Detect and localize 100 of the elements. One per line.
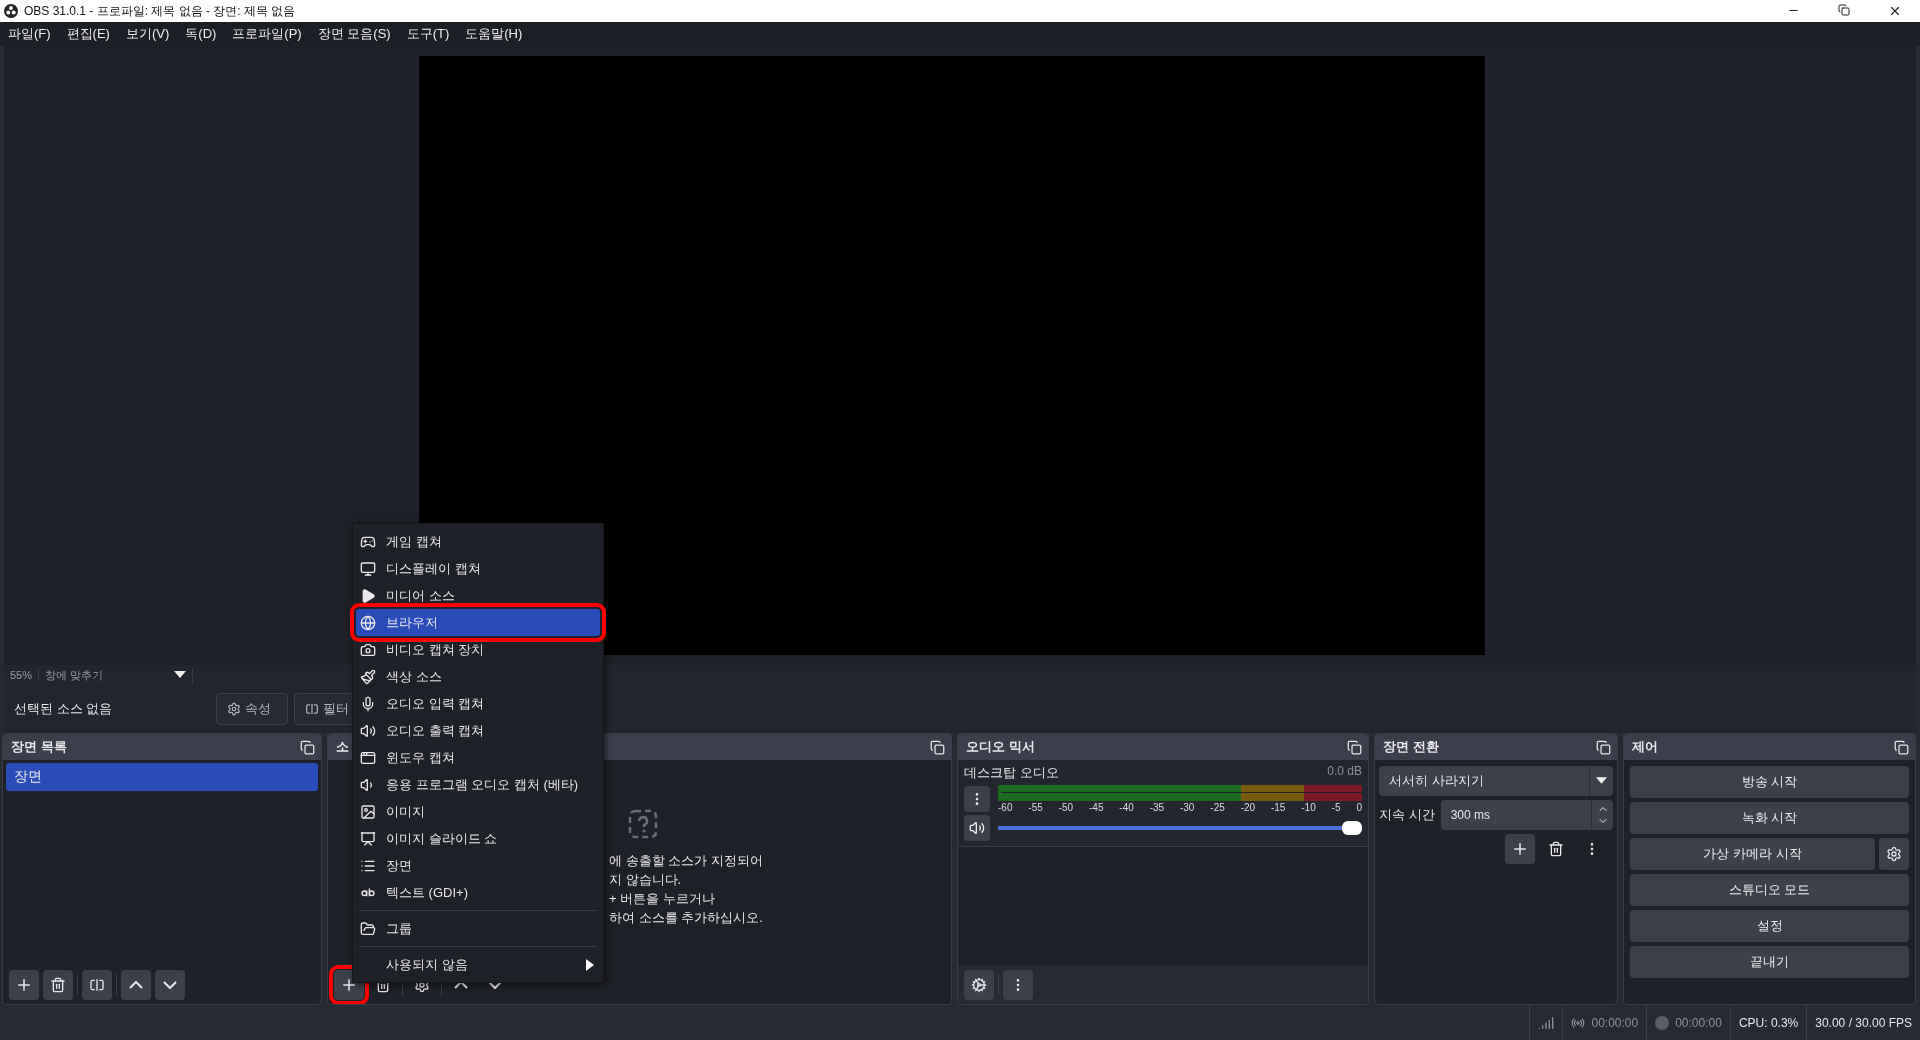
menu-entry[interactable]: 보기(V) [125, 25, 170, 43]
menu-entry[interactable]: 프로파일(P) [232, 25, 302, 43]
image-icon [360, 803, 376, 820]
panel-title: 오디오 믹서 [966, 738, 1035, 756]
duration-field[interactable]: 300 ms [1440, 800, 1613, 830]
menu-item[interactable]: 사용되지 않음 [356, 951, 600, 978]
menu-item[interactable]: 비디오 캡쳐 장치 [356, 636, 600, 663]
gear-icon [227, 702, 241, 716]
panel-title: 장면 목록 [11, 738, 67, 756]
undock-icon [300, 739, 315, 755]
submenu-arrow-icon [586, 958, 594, 971]
undock-icon [1596, 739, 1611, 755]
fps-counter: 30.00 / 30.00 FPS [1815, 1015, 1912, 1030]
meter-scale-label: -5 [1331, 802, 1341, 813]
window-icon [360, 749, 376, 766]
control-button[interactable]: 가상 카메라 시작 [1630, 838, 1875, 870]
empty-hint-text: 에 송출할 소스가 지정되어 [609, 852, 764, 869]
menu-item[interactable]: 이미지 슬라이드 쇼 [356, 825, 600, 852]
menu-entry[interactable]: 도구(T) [406, 25, 450, 43]
monitor-icon [360, 560, 376, 577]
more-button[interactable] [964, 786, 990, 812]
folder-icon [360, 920, 376, 937]
empty-hint-text: 지 않습니다. [609, 871, 683, 888]
panel-title: 제어 [1632, 738, 1658, 756]
control-button[interactable]: 녹화 시작 [1630, 802, 1909, 834]
meter-scale-label: 0 [1356, 802, 1362, 813]
meter-scale-label: -45 [1089, 802, 1104, 813]
menu-entry[interactable]: 독(D) [185, 25, 217, 43]
scale-dropdown[interactable]: 창에 맞추기 [39, 667, 194, 683]
meter-scale-label: -55 [1028, 802, 1043, 813]
question-icon [628, 809, 658, 839]
empty-hint-text: + 버튼을 누르거나 [609, 890, 716, 907]
app-logo-icon [4, 4, 18, 18]
menu-item[interactable]: 텍스트 (GDI+) [356, 879, 600, 906]
menu-item[interactable]: 색상 소스 [356, 663, 600, 690]
scene-item[interactable]: 장면 [6, 763, 318, 791]
channel-name: 데스크탑 오디오 [964, 764, 1059, 782]
transition-dropdown[interactable]: 서서히 사라지기 [1379, 766, 1613, 796]
move-down-button[interactable] [155, 970, 185, 1000]
menu-entry[interactable]: 장면 모음(S) [317, 25, 391, 43]
settings-button[interactable] [1879, 838, 1909, 870]
chevron-down-icon [163, 981, 177, 989]
camera-icon [360, 641, 376, 658]
filter-icon [89, 977, 105, 993]
add-button[interactable] [9, 970, 39, 1000]
zoom-level: 55% [4, 669, 40, 681]
dropdown-arrow-icon [1596, 775, 1607, 787]
record-icon [1655, 1015, 1670, 1030]
speaker-icon [969, 820, 985, 836]
menu-item[interactable]: 게임 캡쳐 [356, 528, 600, 555]
control-button[interactable]: 스튜디오 모드 [1630, 874, 1909, 906]
close-icon[interactable] [1888, 4, 1902, 18]
menu-entry[interactable]: 도움말(H) [465, 25, 523, 43]
filters-button[interactable] [82, 970, 112, 1000]
menu-entry[interactable]: 파일(F) [8, 25, 51, 43]
meter-scale-label: -10 [1301, 802, 1316, 813]
undock-icon [1347, 739, 1362, 755]
restore-icon[interactable] [1838, 4, 1850, 16]
meter-scale-label: -25 [1210, 802, 1225, 813]
delete-button[interactable] [43, 970, 73, 1000]
menu-entry[interactable]: 편집(E) [66, 25, 110, 43]
menu-item[interactable]: 이미지 [356, 798, 600, 825]
slider-thumb[interactable] [1342, 821, 1362, 835]
gear-icon [1886, 846, 1902, 862]
filter-icon [305, 702, 319, 716]
menu-item[interactable]: 응용 프로그램 오디오 캡처 (베타) [356, 771, 600, 798]
menu-item[interactable]: 미디어 소스 [356, 582, 600, 609]
undock-icon [930, 739, 945, 755]
menu-item[interactable]: 그룹 [356, 915, 600, 942]
trash-icon [50, 977, 66, 993]
settings-button[interactable] [964, 970, 994, 1000]
gear-icon [971, 977, 987, 993]
move-up-button[interactable] [121, 970, 151, 1000]
menu-item[interactable]: 윈도우 캡쳐 [356, 744, 600, 771]
control-button[interactable]: 방송 시작 [1630, 766, 1909, 798]
speaker-icon [360, 722, 376, 739]
empty-hint-text: 하여 소스를 추가하십시오. [609, 909, 764, 926]
control-button[interactable]: 설정 [1630, 910, 1909, 942]
menu-item[interactable]: 장면 [356, 852, 600, 879]
meter-scale-label: -30 [1179, 802, 1195, 813]
stream-time: 00:00:00 [1591, 1015, 1639, 1030]
meter-scale-label: -60 [998, 802, 1013, 813]
trash-icon [1548, 841, 1564, 857]
meter-scale-label: -20 [1240, 802, 1256, 813]
panel-title: 장면 전환 [1383, 738, 1439, 756]
menu-item[interactable]: 디스플레이 캡쳐 [356, 555, 600, 582]
cpu-usage: CPU: 0.3% [1738, 1015, 1799, 1030]
properties-button[interactable]: 속성 [216, 693, 288, 725]
plus-icon [340, 976, 358, 994]
add-button[interactable] [1505, 834, 1535, 864]
presentation-icon [360, 830, 376, 847]
plus-icon [1511, 840, 1529, 858]
signal-icon [1538, 1014, 1555, 1031]
control-button[interactable]: 끝내기 [1630, 946, 1909, 978]
mute-button[interactable] [964, 815, 990, 841]
selection-label: 선택된 소스 없음 [14, 700, 114, 718]
plus-icon [15, 976, 33, 994]
window-title: OBS 31.0.1 - 프로파일: 제목 없음 - 장면: 제목 없음 [24, 2, 297, 20]
play-icon [360, 587, 376, 604]
microphone-icon [360, 695, 376, 712]
